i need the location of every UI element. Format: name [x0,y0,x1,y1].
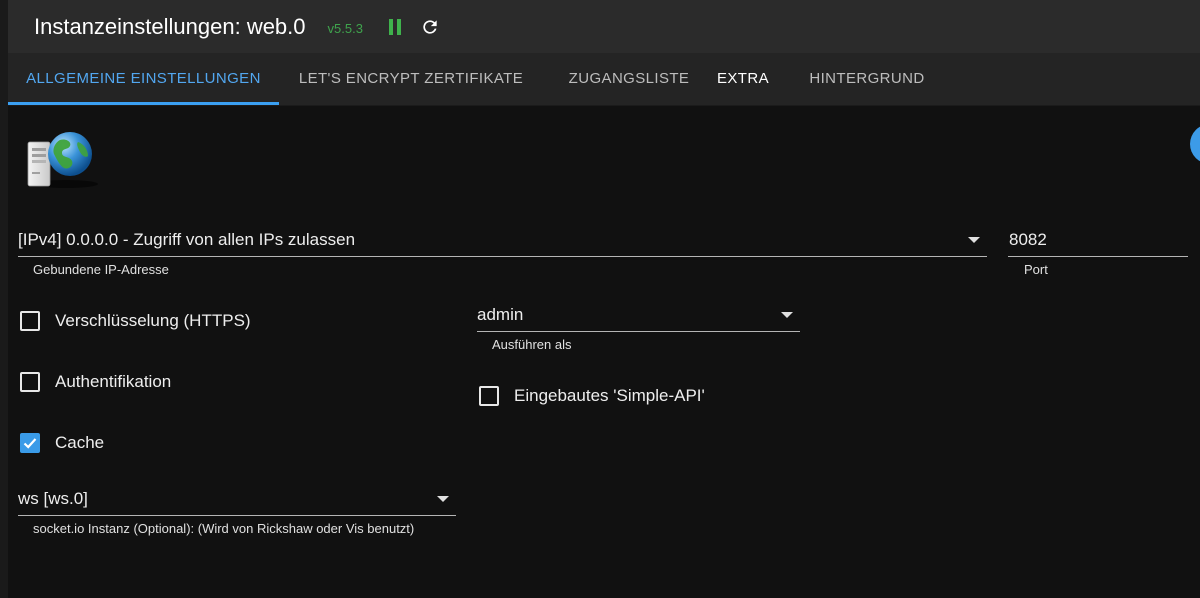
bind-ip-value: [IPv4] 0.0.0.0 - Zugriff von allen IPs z… [18,230,356,249]
title-bar: Instanzeinstellungen: web.0 v5.5.3 [8,0,1200,53]
checkbox-box[interactable] [20,311,40,331]
pause-icon[interactable] [388,18,401,35]
https-label: Verschlüsselung (HTTPS) [55,311,251,330]
run-as-value: admin [477,305,524,324]
checkbox-box[interactable] [20,372,40,392]
reload-icon[interactable] [420,17,440,37]
https-checkbox[interactable]: Verschlüsselung (HTTPS) [20,311,251,331]
version-label: v5.5.3 [327,21,363,36]
auth-checkbox[interactable]: Authentifikation [20,372,171,392]
auth-label: Authentifikation [55,372,172,391]
web-server-globe-icon [27,132,98,188]
bind-ip-select[interactable]: [IPv4] 0.0.0.0 - Zugriff von allen IPs z… [18,222,987,257]
checkbox-checked[interactable] [20,433,40,453]
checkbox-box[interactable] [479,386,499,406]
chevron-down-icon [437,496,449,502]
bind-ip-helper: Gebundene IP-Adresse [33,262,169,277]
simple-api-label: Eingebautes 'Simple-API' [514,386,705,405]
tab-lets-encrypt[interactable]: LET'S ENCRYPT ZERTIFIKATE [279,53,543,105]
tab-bar: ALLGEMEINE EINSTELLUNGEN LET'S ENCRYPT Z… [8,53,1200,106]
port-helper: Port [1024,262,1048,277]
run-as-select[interactable]: admin [477,297,800,332]
left-edge [0,0,8,598]
simple-api-checkbox[interactable]: Eingebautes 'Simple-API' [479,386,705,406]
socketio-select[interactable]: ws [ws.0] [18,481,456,516]
checkmark-icon [23,438,37,449]
tab-access-list[interactable]: ZUGANGSLISTE [543,53,715,105]
tab-background[interactable]: HINTERGRUND [795,53,939,105]
cache-label: Cache [55,433,105,452]
run-as-helper: Ausführen als [492,337,572,352]
socketio-value: ws [ws.0] [18,489,88,508]
tab-general-settings[interactable]: ALLGEMEINE EINSTELLUNGEN [8,53,279,105]
chevron-down-icon [781,312,793,318]
chevron-down-icon [968,237,980,243]
socketio-helper: socket.io Instanz (Optional): (Wird von … [33,521,415,536]
cache-checkbox[interactable]: Cache [20,433,104,453]
port-input[interactable]: 8082 [1008,222,1188,257]
help-fab-button[interactable] [1190,124,1200,164]
active-tab-indicator [8,102,279,105]
port-value: 8082 [1009,230,1047,249]
tab-extra[interactable]: EXTRA [715,53,771,105]
page-title: Instanzeinstellungen: web.0 [34,13,306,39]
